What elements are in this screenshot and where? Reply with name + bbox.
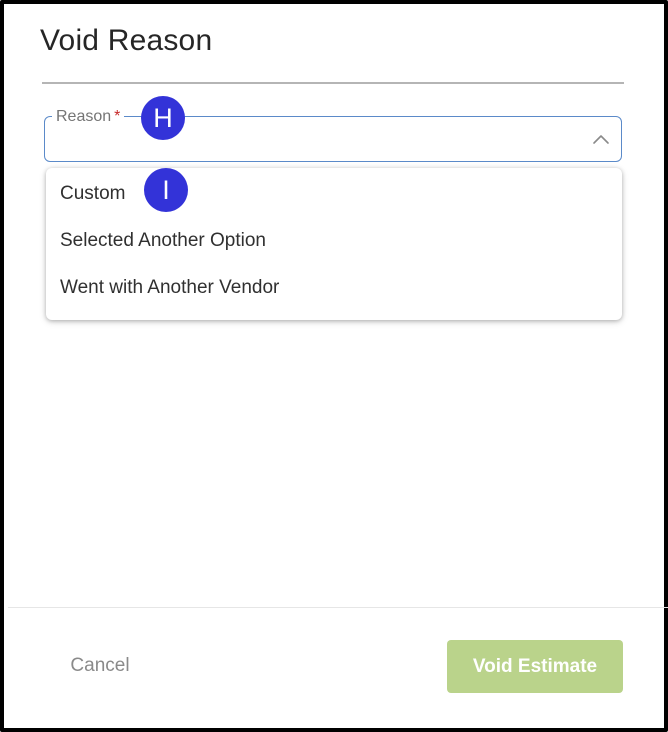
required-marker: * <box>114 108 121 125</box>
footer-divider <box>8 607 668 608</box>
title-divider <box>42 82 624 84</box>
reason-select[interactable] <box>44 116 622 162</box>
option-custom[interactable]: Custom <box>60 182 125 206</box>
void-estimate-button[interactable]: Void Estimate <box>447 640 623 693</box>
option-selected-another-option[interactable]: Selected Another Option <box>60 229 266 253</box>
cancel-button[interactable]: Cancel <box>48 644 152 688</box>
reason-dropdown-menu: Custom Selected Another Option Went with… <box>46 168 622 320</box>
annotation-marker-h: H <box>141 96 185 140</box>
dialog-title: Void Reason <box>40 24 213 57</box>
void-reason-dialog: Void Reason Reason * Custom Selected Anot… <box>0 0 668 732</box>
reason-label-text: Reason <box>56 108 112 125</box>
annotation-marker-i: I <box>144 168 188 212</box>
reason-field-label: Reason * <box>52 108 125 126</box>
chevron-up-icon[interactable] <box>590 128 612 150</box>
option-went-with-another-vendor[interactable]: Went with Another Vendor <box>60 276 279 300</box>
